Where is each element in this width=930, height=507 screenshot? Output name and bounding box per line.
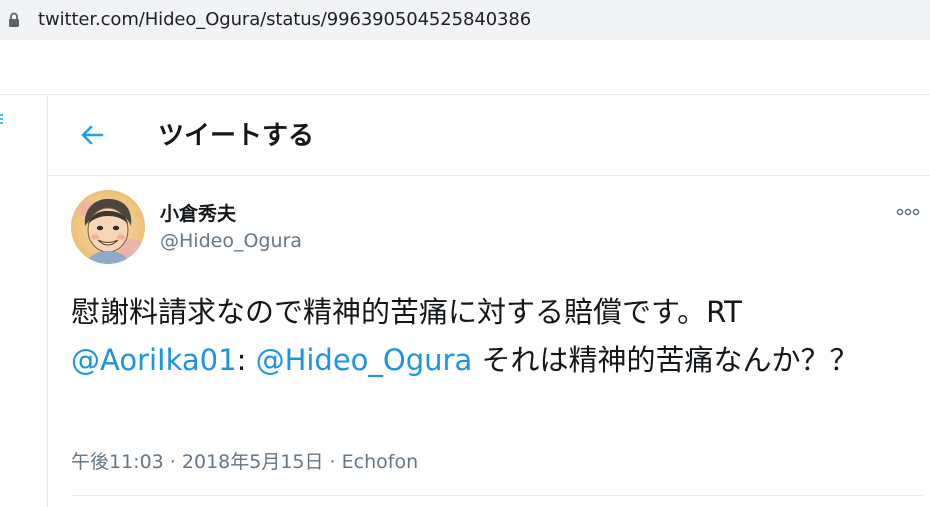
tweet-colon: :: [236, 343, 256, 377]
left-sidebar: [0, 95, 48, 507]
page-title: ツイートする: [158, 121, 315, 151]
url-text[interactable]: twitter.com/Hideo_Ogura/status/996390504…: [38, 9, 531, 30]
back-arrow-icon: [81, 125, 104, 145]
tweet-meta: 午後11:03 · 2018年5月15日 · Echofon: [71, 447, 418, 474]
back-button[interactable]: [76, 121, 108, 149]
lock-icon: [9, 12, 19, 27]
meta-separator: ·: [323, 451, 342, 473]
tweet-date[interactable]: 2018年5月15日: [182, 451, 324, 473]
user-handle[interactable]: @Hideo_Ogura: [160, 230, 302, 252]
avatar-caricature-image: [71, 190, 145, 264]
mention-link-aoriika01[interactable]: @AoriIka01: [71, 343, 237, 377]
display-name[interactable]: 小倉秀夫: [160, 199, 236, 226]
tweet-text-part2: それは精神的苦痛なんか？？: [472, 343, 859, 377]
tweet-text-part1: 慰謝料請求なので精神的苦痛に対する賠償です。RT: [71, 295, 742, 329]
meta-separator: ·: [163, 451, 182, 473]
page-top-area: [0, 40, 930, 95]
tweet-time[interactable]: 午後11:03: [71, 451, 164, 473]
mention-link-hideo-ogura[interactable]: @Hideo_Ogura: [256, 343, 473, 377]
avatar[interactable]: [71, 190, 145, 264]
tweet-source[interactable]: Echofon: [342, 451, 418, 473]
divider: [71, 495, 923, 496]
more-dots-icon: [896, 208, 920, 216]
more-options-button[interactable]: [893, 202, 923, 222]
tweet-page-header: ツイートする: [48, 95, 930, 176]
tweet-text: 慰謝料請求なので精神的苦痛に対する賠償です。RT @AoriIka01: @Hid…: [71, 288, 901, 384]
sidebar-nav-icon[interactable]: [0, 113, 4, 125]
address-bar[interactable]: twitter.com/Hideo_Ogura/status/996390504…: [0, 0, 930, 40]
